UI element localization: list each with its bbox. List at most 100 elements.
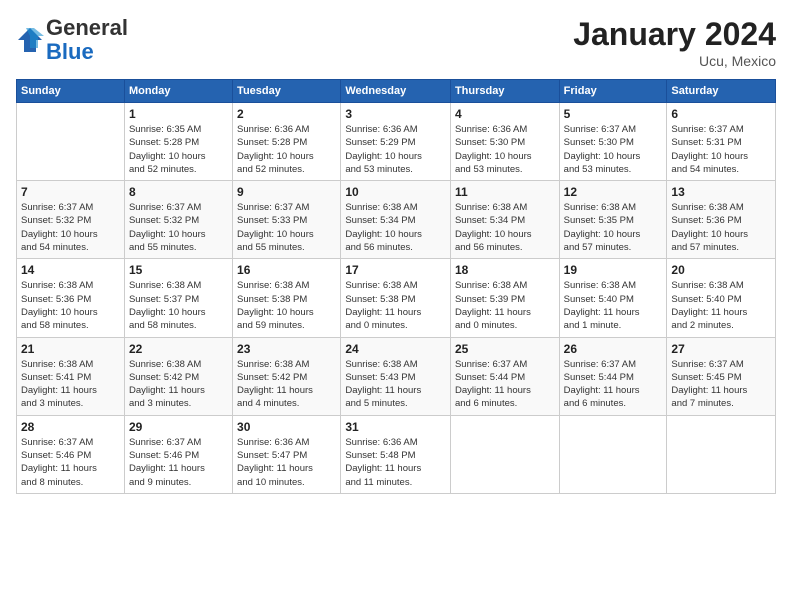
calendar-week-row: 7Sunrise: 6:37 AM Sunset: 5:32 PM Daylig… bbox=[17, 181, 776, 259]
calendar-week-row: 14 Sunrise: 6:38 AM Sunset: 5:36 PM Dayli… bbox=[17, 259, 776, 337]
day-info: Sunrise: 6:36 AM Sunset: 5:30 PM Dayligh… bbox=[455, 123, 555, 176]
header: General Blue January 2024 Ucu, Mexico bbox=[16, 16, 776, 69]
table-row: 26Sunrise: 6:37 AM Sunset: 5:44 PM Dayli… bbox=[559, 337, 667, 415]
day-number: 23 bbox=[237, 342, 336, 356]
table-row: 14 Sunrise: 6:38 AM Sunset: 5:36 PM Dayli… bbox=[17, 259, 125, 337]
table-row: 3 Sunrise: 6:36 AM Sunset: 5:29 PM Daylig… bbox=[341, 103, 451, 181]
day-info: Sunrise: 6:38 AM Sunset: 5:40 PM Dayligh… bbox=[671, 279, 771, 332]
table-row: 5 Sunrise: 6:37 AM Sunset: 5:30 PM Daylig… bbox=[559, 103, 667, 181]
table-row: 13 Sunrise: 6:38 AM Sunset: 5:36 PM Dayli… bbox=[667, 181, 776, 259]
logo-icon bbox=[16, 26, 44, 54]
day-info: Sunrise: 6:36 AM Sunset: 5:28 PM Dayligh… bbox=[237, 123, 336, 176]
table-row: 8Sunrise: 6:37 AM Sunset: 5:32 PM Daylig… bbox=[124, 181, 232, 259]
table-row: 31Sunrise: 6:36 AM Sunset: 5:48 PM Dayli… bbox=[341, 415, 451, 493]
day-info: Sunrise: 6:38 AM Sunset: 5:38 PM Dayligh… bbox=[345, 279, 446, 332]
calendar-header-row: Sunday Monday Tuesday Wednesday Thursday… bbox=[17, 80, 776, 103]
logo-blue: Blue bbox=[46, 39, 94, 64]
day-info: Sunrise: 6:37 AM Sunset: 5:31 PM Dayligh… bbox=[671, 123, 771, 176]
day-number: 21 bbox=[21, 342, 120, 356]
day-info: Sunrise: 6:36 AM Sunset: 5:47 PM Dayligh… bbox=[237, 436, 336, 489]
table-row: 6Sunrise: 6:37 AM Sunset: 5:31 PM Daylig… bbox=[667, 103, 776, 181]
day-info: Sunrise: 6:38 AM Sunset: 5:35 PM Dayligh… bbox=[564, 201, 663, 254]
day-info: Sunrise: 6:37 AM Sunset: 5:46 PM Dayligh… bbox=[129, 436, 228, 489]
table-row: 17 Sunrise: 6:38 AM Sunset: 5:38 PM Dayli… bbox=[341, 259, 451, 337]
day-number: 16 bbox=[237, 263, 336, 277]
day-number: 25 bbox=[455, 342, 555, 356]
table-row: 29 Sunrise: 6:37 AM Sunset: 5:46 PM Dayli… bbox=[124, 415, 232, 493]
day-info: Sunrise: 6:37 AM Sunset: 5:45 PM Dayligh… bbox=[671, 358, 771, 411]
col-monday: Monday bbox=[124, 80, 232, 103]
page: General Blue January 2024 Ucu, Mexico Su… bbox=[0, 0, 792, 612]
table-row: 23 Sunrise: 6:38 AM Sunset: 5:42 PM Dayli… bbox=[233, 337, 341, 415]
logo-general: General bbox=[46, 15, 128, 40]
day-number: 29 bbox=[129, 420, 228, 434]
logo: General Blue bbox=[16, 16, 128, 64]
table-row: 18 Sunrise: 6:38 AM Sunset: 5:39 PM Dayli… bbox=[450, 259, 559, 337]
day-number: 9 bbox=[237, 185, 336, 199]
day-info: Sunrise: 6:38 AM Sunset: 5:36 PM Dayligh… bbox=[21, 279, 120, 332]
calendar-week-row: 28 Sunrise: 6:37 AM Sunset: 5:46 PM Dayli… bbox=[17, 415, 776, 493]
day-number: 31 bbox=[345, 420, 446, 434]
table-row: 15 Sunrise: 6:38 AM Sunset: 5:37 PM Dayli… bbox=[124, 259, 232, 337]
day-number: 30 bbox=[237, 420, 336, 434]
day-info: Sunrise: 6:38 AM Sunset: 5:42 PM Dayligh… bbox=[237, 358, 336, 411]
day-info: Sunrise: 6:36 AM Sunset: 5:29 PM Dayligh… bbox=[345, 123, 446, 176]
day-info: Sunrise: 6:38 AM Sunset: 5:43 PM Dayligh… bbox=[345, 358, 446, 411]
table-row: 2 Sunrise: 6:36 AM Sunset: 5:28 PM Daylig… bbox=[233, 103, 341, 181]
day-number: 11 bbox=[455, 185, 555, 199]
calendar-week-row: 21 Sunrise: 6:38 AM Sunset: 5:41 PM Dayli… bbox=[17, 337, 776, 415]
day-number: 15 bbox=[129, 263, 228, 277]
day-number: 26 bbox=[564, 342, 663, 356]
table-row: 28 Sunrise: 6:37 AM Sunset: 5:46 PM Dayli… bbox=[17, 415, 125, 493]
location: Ucu, Mexico bbox=[573, 53, 776, 69]
day-info: Sunrise: 6:38 AM Sunset: 5:42 PM Dayligh… bbox=[129, 358, 228, 411]
day-number: 27 bbox=[671, 342, 771, 356]
day-info: Sunrise: 6:37 AM Sunset: 5:46 PM Dayligh… bbox=[21, 436, 120, 489]
day-number: 20 bbox=[671, 263, 771, 277]
table-row: 10 Sunrise: 6:38 AM Sunset: 5:34 PM Dayli… bbox=[341, 181, 451, 259]
day-info: Sunrise: 6:38 AM Sunset: 5:36 PM Dayligh… bbox=[671, 201, 771, 254]
day-info: Sunrise: 6:38 AM Sunset: 5:37 PM Dayligh… bbox=[129, 279, 228, 332]
table-row: 25 Sunrise: 6:37 AM Sunset: 5:44 PM Dayli… bbox=[450, 337, 559, 415]
table-row: 11 Sunrise: 6:38 AM Sunset: 5:34 PM Dayli… bbox=[450, 181, 559, 259]
table-row: 21 Sunrise: 6:38 AM Sunset: 5:41 PM Dayli… bbox=[17, 337, 125, 415]
col-tuesday: Tuesday bbox=[233, 80, 341, 103]
day-info: Sunrise: 6:38 AM Sunset: 5:34 PM Dayligh… bbox=[455, 201, 555, 254]
table-row: 16Sunrise: 6:38 AM Sunset: 5:38 PM Dayli… bbox=[233, 259, 341, 337]
table-row: 1Sunrise: 6:35 AM Sunset: 5:28 PM Daylig… bbox=[124, 103, 232, 181]
day-number: 17 bbox=[345, 263, 446, 277]
table-row bbox=[667, 415, 776, 493]
table-row: 27 Sunrise: 6:37 AM Sunset: 5:45 PM Dayli… bbox=[667, 337, 776, 415]
table-row bbox=[450, 415, 559, 493]
calendar-table: Sunday Monday Tuesday Wednesday Thursday… bbox=[16, 79, 776, 494]
day-number: 5 bbox=[564, 107, 663, 121]
day-number: 24 bbox=[345, 342, 446, 356]
calendar-body: 1Sunrise: 6:35 AM Sunset: 5:28 PM Daylig… bbox=[17, 103, 776, 494]
table-row: 4Sunrise: 6:36 AM Sunset: 5:30 PM Daylig… bbox=[450, 103, 559, 181]
day-number: 3 bbox=[345, 107, 446, 121]
day-number: 18 bbox=[455, 263, 555, 277]
table-row bbox=[559, 415, 667, 493]
day-info: Sunrise: 6:38 AM Sunset: 5:39 PM Dayligh… bbox=[455, 279, 555, 332]
day-info: Sunrise: 6:38 AM Sunset: 5:41 PM Dayligh… bbox=[21, 358, 120, 411]
month-title: January 2024 bbox=[573, 16, 776, 53]
day-info: Sunrise: 6:37 AM Sunset: 5:44 PM Dayligh… bbox=[455, 358, 555, 411]
day-number: 14 bbox=[21, 263, 120, 277]
col-wednesday: Wednesday bbox=[341, 80, 451, 103]
day-info: Sunrise: 6:37 AM Sunset: 5:30 PM Dayligh… bbox=[564, 123, 663, 176]
title-block: January 2024 Ucu, Mexico bbox=[573, 16, 776, 69]
day-info: Sunrise: 6:35 AM Sunset: 5:28 PM Dayligh… bbox=[129, 123, 228, 176]
day-info: Sunrise: 6:37 AM Sunset: 5:32 PM Dayligh… bbox=[21, 201, 120, 254]
day-info: Sunrise: 6:38 AM Sunset: 5:34 PM Dayligh… bbox=[345, 201, 446, 254]
day-number: 28 bbox=[21, 420, 120, 434]
table-row: 20 Sunrise: 6:38 AM Sunset: 5:40 PM Dayli… bbox=[667, 259, 776, 337]
table-row: 24 Sunrise: 6:38 AM Sunset: 5:43 PM Dayli… bbox=[341, 337, 451, 415]
day-info: Sunrise: 6:38 AM Sunset: 5:40 PM Dayligh… bbox=[564, 279, 663, 332]
day-number: 8 bbox=[129, 185, 228, 199]
day-number: 10 bbox=[345, 185, 446, 199]
table-row: 7Sunrise: 6:37 AM Sunset: 5:32 PM Daylig… bbox=[17, 181, 125, 259]
day-info: Sunrise: 6:37 AM Sunset: 5:33 PM Dayligh… bbox=[237, 201, 336, 254]
day-number: 13 bbox=[671, 185, 771, 199]
table-row: 9 Sunrise: 6:37 AM Sunset: 5:33 PM Daylig… bbox=[233, 181, 341, 259]
day-number: 2 bbox=[237, 107, 336, 121]
